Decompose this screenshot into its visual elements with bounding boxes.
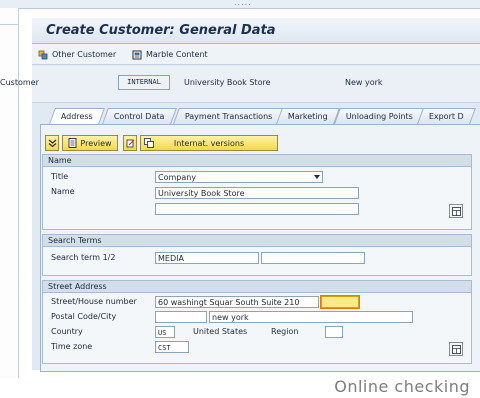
other-customer-label: Other Customer bbox=[52, 50, 117, 59]
edit-button[interactable] bbox=[123, 135, 137, 151]
title-select[interactable]: Company bbox=[155, 171, 323, 183]
tab-marketing[interactable]: Marketing bbox=[276, 108, 340, 124]
name-group: Name Title Company Name University Book … bbox=[42, 154, 472, 230]
name-group-header: Name bbox=[43, 155, 471, 167]
switch-icon bbox=[38, 50, 48, 59]
title-label: Title bbox=[51, 172, 69, 181]
sap-window: Create Customer: General Data Other Cust… bbox=[0, 18, 480, 372]
customer-name: University Book Store bbox=[184, 78, 271, 87]
copy-icon bbox=[144, 138, 154, 148]
tab-address[interactable]: Address bbox=[49, 108, 105, 124]
street-label: Street/House number bbox=[51, 297, 137, 306]
name-field-1[interactable]: University Book Store bbox=[155, 187, 359, 199]
chevron-down-icon bbox=[314, 175, 320, 179]
city-field[interactable]: new york bbox=[209, 311, 413, 323]
region-field[interactable] bbox=[325, 326, 343, 338]
more-address-button[interactable] bbox=[449, 342, 463, 356]
tab-unloading-points[interactable]: Unloading Points bbox=[334, 108, 425, 124]
expand-button[interactable] bbox=[45, 135, 59, 151]
edit-document-icon bbox=[126, 139, 134, 147]
application-toolbar: Other Customer Marble Content bbox=[32, 44, 480, 65]
search-terms-group: Search Terms Search term 1/2 MEDIA bbox=[42, 234, 472, 276]
timezone-label: Time zone bbox=[51, 342, 93, 351]
double-chevron-down-icon bbox=[48, 139, 56, 147]
street-address-group: Street Address Street/House number 60 wa… bbox=[42, 280, 472, 364]
street-field[interactable]: 60 washingt Squar South Suite 210 bbox=[155, 296, 319, 308]
other-customer-button[interactable]: Other Customer bbox=[38, 48, 116, 61]
internat-versions-label: Internat. versions bbox=[173, 138, 245, 148]
postal-code-field[interactable] bbox=[155, 311, 207, 323]
house-number-field[interactable] bbox=[321, 296, 359, 308]
internat-versions-button[interactable]: Internat. versions bbox=[140, 135, 278, 151]
customer-city: New york bbox=[345, 78, 383, 87]
search-term-2-field[interactable] bbox=[261, 252, 365, 264]
customer-label: Customer bbox=[0, 78, 39, 87]
search-terms-header: Search Terms bbox=[43, 235, 471, 247]
page-title: Create Customer: General Data bbox=[46, 23, 276, 38]
name-field-2[interactable] bbox=[155, 203, 359, 215]
country-name: United States bbox=[193, 327, 248, 336]
table-icon bbox=[451, 344, 461, 354]
tab-strip: Address Control Data Payment Transaction… bbox=[32, 104, 480, 124]
left-rail bbox=[0, 8, 19, 378]
tab-control-data[interactable]: Control Data bbox=[102, 108, 177, 124]
table-icon bbox=[451, 206, 461, 216]
name-label: Name bbox=[51, 187, 75, 196]
tab-export[interactable]: Export D bbox=[417, 108, 476, 124]
document-icon bbox=[68, 138, 77, 148]
marble-content-button[interactable]: Marble Content bbox=[132, 48, 208, 61]
resize-handle[interactable]: ..... bbox=[234, 0, 252, 7]
more-fields-button[interactable] bbox=[449, 204, 463, 218]
left-rail-tab bbox=[0, 8, 18, 25]
top-strip: ..... bbox=[0, 0, 480, 9]
title-bar: Create Customer: General Data bbox=[32, 18, 480, 44]
marble-content-label: Marble Content bbox=[146, 50, 208, 59]
country-field[interactable]: US bbox=[155, 326, 175, 338]
preview-label: Preview bbox=[80, 138, 112, 148]
street-address-header: Street Address bbox=[43, 281, 471, 293]
country-label: Country bbox=[51, 327, 83, 336]
timezone-field[interactable]: CST bbox=[155, 341, 189, 353]
customer-number-field: INTERNAL bbox=[118, 75, 170, 90]
region-label: Region bbox=[271, 327, 299, 336]
marble-content-icon bbox=[132, 50, 142, 59]
online-checking-caption: Online checking bbox=[334, 377, 470, 396]
preview-button[interactable]: Preview bbox=[62, 135, 118, 151]
tab-payment-transactions[interactable]: Payment Transactions bbox=[173, 108, 285, 124]
postal-city-label: Postal Code/City bbox=[51, 312, 117, 321]
search-term-label: Search term 1/2 bbox=[51, 253, 116, 262]
customer-header: Customer INTERNAL University Book Store … bbox=[0, 66, 480, 103]
search-term-1-field[interactable]: MEDIA bbox=[155, 252, 259, 264]
